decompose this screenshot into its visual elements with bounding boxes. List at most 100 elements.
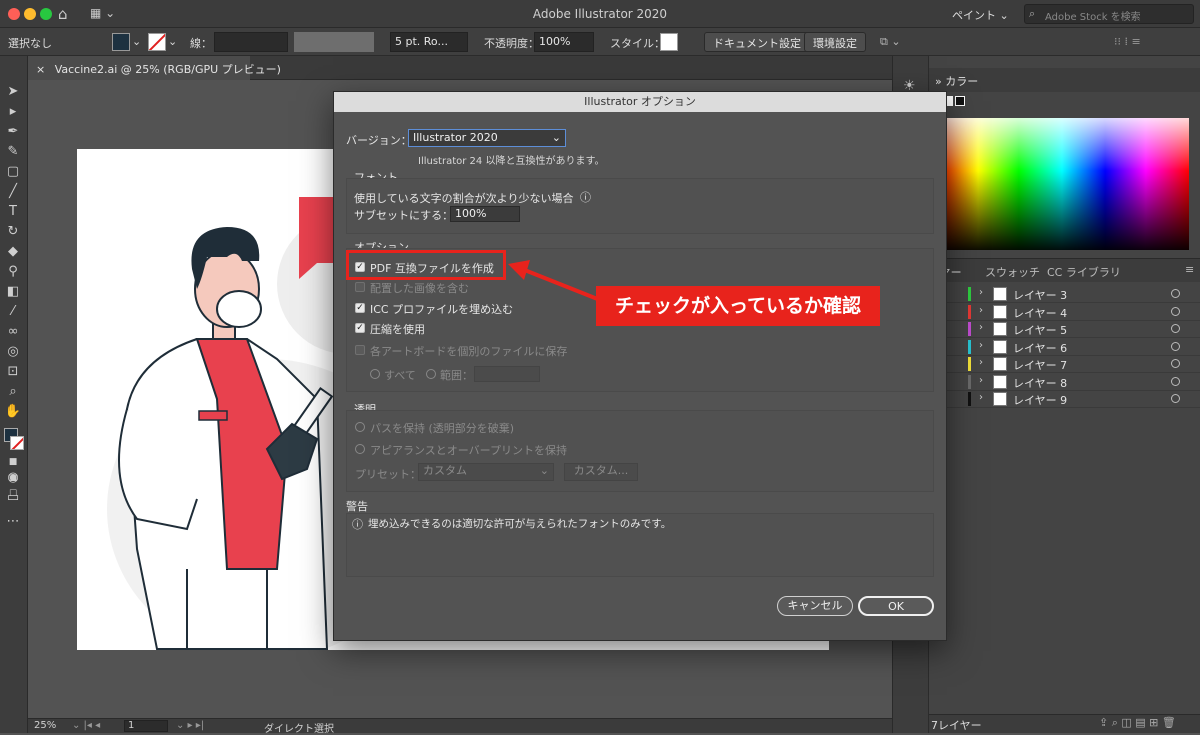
direct-selection-tool-icon[interactable]: ▸ — [4, 104, 22, 120]
chevron-right-icon[interactable]: › — [979, 340, 983, 351]
arrange-icon[interactable]: ⧉ ⌄ — [880, 35, 901, 49]
fill-swatch[interactable] — [112, 33, 130, 51]
layer-target-icon[interactable] — [1171, 359, 1180, 368]
tab-color[interactable]: » カラー — [935, 73, 978, 89]
zoom-dropdown-icon[interactable]: ⌄ |◂ ◂ — [72, 720, 100, 731]
preserve-paths-radio[interactable] — [355, 422, 365, 432]
artboard-tool-icon[interactable]: ⊡ — [4, 364, 22, 380]
layer-row[interactable]: › レイヤー 6 — [929, 339, 1200, 356]
tab-cc-libraries[interactable]: CC ライブラリ — [1047, 264, 1121, 280]
color-tab-label: カラー — [945, 75, 979, 88]
layer-target-icon[interactable] — [1171, 324, 1180, 333]
preferences-button[interactable]: 環境設定 — [804, 32, 866, 52]
layer-target-icon[interactable] — [1171, 341, 1180, 351]
layer-row[interactable]: › レイヤー 8 — [929, 374, 1200, 391]
stock-search-input[interactable]: ⌕ Adobe Stock を検索 — [1024, 4, 1194, 24]
document-settings-button[interactable]: ドキュメント設定 — [704, 32, 810, 52]
variable-width-profile[interactable] — [294, 32, 374, 52]
screen-mode-icon[interactable]: ▭ — [4, 490, 22, 506]
layer-target-icon[interactable] — [1171, 306, 1180, 316]
brush-definition[interactable]: 5 pt. Ro... — [390, 32, 468, 52]
stroke-weight-label: 線： — [190, 37, 212, 50]
tab-close-icon[interactable]: × — [36, 63, 45, 76]
all-artboards-radio[interactable] — [370, 369, 380, 379]
layer-row[interactable]: › レイヤー 7 — [929, 356, 1200, 373]
panel-options-icon[interactable]: ⁝⁝ ⁞ ≡ — [1114, 35, 1141, 48]
layer-target-icon[interactable] — [1171, 394, 1180, 403]
graphic-style-swatch[interactable] — [660, 33, 678, 51]
pen-tool-icon[interactable]: ✒ — [4, 124, 22, 140]
zoom-level[interactable]: 25% — [34, 720, 56, 731]
layer-thumbnail — [993, 287, 1007, 301]
layer-target-icon[interactable] — [1171, 376, 1180, 386]
embed-icc-checkbox[interactable]: ✓ — [355, 303, 365, 313]
gradient-tool-icon[interactable]: ◧ — [4, 284, 22, 300]
ok-button[interactable]: OK — [858, 596, 934, 616]
color-spectrum[interactable] — [935, 118, 1189, 250]
info-icon[interactable]: ⓘ — [580, 189, 591, 205]
range-radio[interactable] — [426, 369, 436, 379]
preserve-appearance-radio[interactable] — [355, 444, 365, 454]
layer-row[interactable]: › レイヤー 3 — [929, 286, 1200, 303]
range-field[interactable] — [474, 366, 540, 382]
include-linked-checkbox[interactable] — [355, 282, 365, 292]
layer-target-icon[interactable] — [1171, 289, 1180, 298]
warning-group-label: 警告 — [346, 500, 368, 513]
color-mode-icon[interactable]: ■ ◪ ☐ — [4, 454, 22, 499]
opacity-field[interactable]: 100% — [534, 32, 594, 52]
blend-tool-icon[interactable]: ∞ — [4, 324, 22, 340]
highlight-box — [346, 250, 506, 280]
preset-custom-button[interactable]: カスタム... — [564, 463, 638, 481]
font-subset-field[interactable]: 100% — [450, 206, 520, 222]
compression-checkbox[interactable]: ✓ — [355, 323, 365, 333]
chevron-right-icon[interactable]: › — [979, 392, 983, 403]
panel-menu-icon[interactable]: ≡ — [1185, 263, 1194, 276]
rectangle-tool-icon[interactable]: ▢ — [4, 164, 22, 180]
title-bar: ⌂ ▦ ⌄ Adobe Illustrator 2020 ペイント ⌄ ⌕ Ad… — [0, 0, 1200, 28]
layer-row[interactable]: › レイヤー 9 — [929, 391, 1200, 408]
stroke-dropdown-icon[interactable]: ⌄ — [168, 35, 177, 48]
layers-footer: 7レイヤー ⇪ ⌕ ◫ ▤ ⊞ 🗑 — [929, 714, 1200, 733]
rotate-tool-icon[interactable]: ↻ — [4, 224, 22, 240]
eraser-tool-icon[interactable]: ◆ — [4, 244, 22, 260]
color-black-swatch[interactable] — [955, 96, 965, 106]
stroke-weight-field[interactable] — [214, 32, 288, 52]
stroke-color-icon[interactable] — [10, 436, 24, 450]
chevron-right-icon[interactable]: › — [979, 357, 983, 368]
layer-row[interactable]: › レイヤー 4 — [929, 304, 1200, 321]
selection-tool-icon[interactable]: ➤ — [4, 84, 22, 100]
all-artboards-label: すべて — [384, 369, 416, 382]
chevron-right-icon[interactable]: › — [979, 287, 983, 298]
brush-tool-icon[interactable]: ╱ — [4, 184, 22, 200]
more-tools-icon[interactable]: ⋯ — [4, 514, 22, 530]
stroke-swatch[interactable] — [148, 33, 166, 51]
layer-row[interactable]: › レイヤー 5 — [929, 321, 1200, 338]
symbol-sprayer-tool-icon[interactable]: ◎ — [4, 344, 22, 360]
tab-swatches[interactable]: スウォッチ — [985, 264, 1040, 280]
artboard-number-field[interactable]: 1 — [124, 720, 168, 732]
document-tab-title: Vaccine2.ai @ 25% (RGB/GPU プレビュー) — [54, 63, 281, 76]
hand-tool-icon[interactable]: ✋ — [4, 404, 22, 420]
curvature-tool-icon[interactable]: ✎ — [4, 144, 22, 160]
chevron-right-icon[interactable]: › — [979, 305, 983, 316]
cancel-button[interactable]: キャンセル — [777, 596, 853, 616]
artboards-separate-checkbox[interactable] — [355, 345, 365, 355]
warp-tool-icon[interactable]: ⚲ — [4, 264, 22, 280]
chevron-right-icon[interactable]: › — [979, 322, 983, 333]
draw-mode-icon[interactable]: ◉ — [4, 470, 22, 486]
document-tab[interactable]: × Vaccine2.ai @ 25% (RGB/GPU プレビュー) — [28, 56, 281, 80]
preset-select[interactable]: カスタム ⌄ — [418, 463, 554, 481]
zoom-tool-icon[interactable]: ⌕ — [4, 384, 22, 400]
artboard-nav-icon[interactable]: ⌄ ▸ ▸| — [176, 720, 204, 731]
version-value: Illustrator 2020 — [413, 131, 498, 144]
fill-dropdown-icon[interactable]: ⌄ — [132, 35, 141, 48]
type-tool-icon[interactable]: T — [4, 204, 22, 220]
preset-label: プリセット： — [355, 468, 421, 481]
eyedropper-tool-icon[interactable]: ⁄ — [4, 304, 22, 320]
opacity-value: 100% — [539, 35, 571, 48]
layer-thumbnail — [993, 339, 1007, 354]
version-select[interactable]: Illustrator 2020 ⌄ — [408, 129, 566, 147]
workspace-switcher[interactable]: ペイント ⌄ — [952, 7, 1009, 23]
layer-actions-icon[interactable]: ⇪ ⌕ ◫ ▤ ⊞ 🗑 — [1099, 716, 1176, 730]
chevron-right-icon[interactable]: › — [979, 375, 983, 386]
